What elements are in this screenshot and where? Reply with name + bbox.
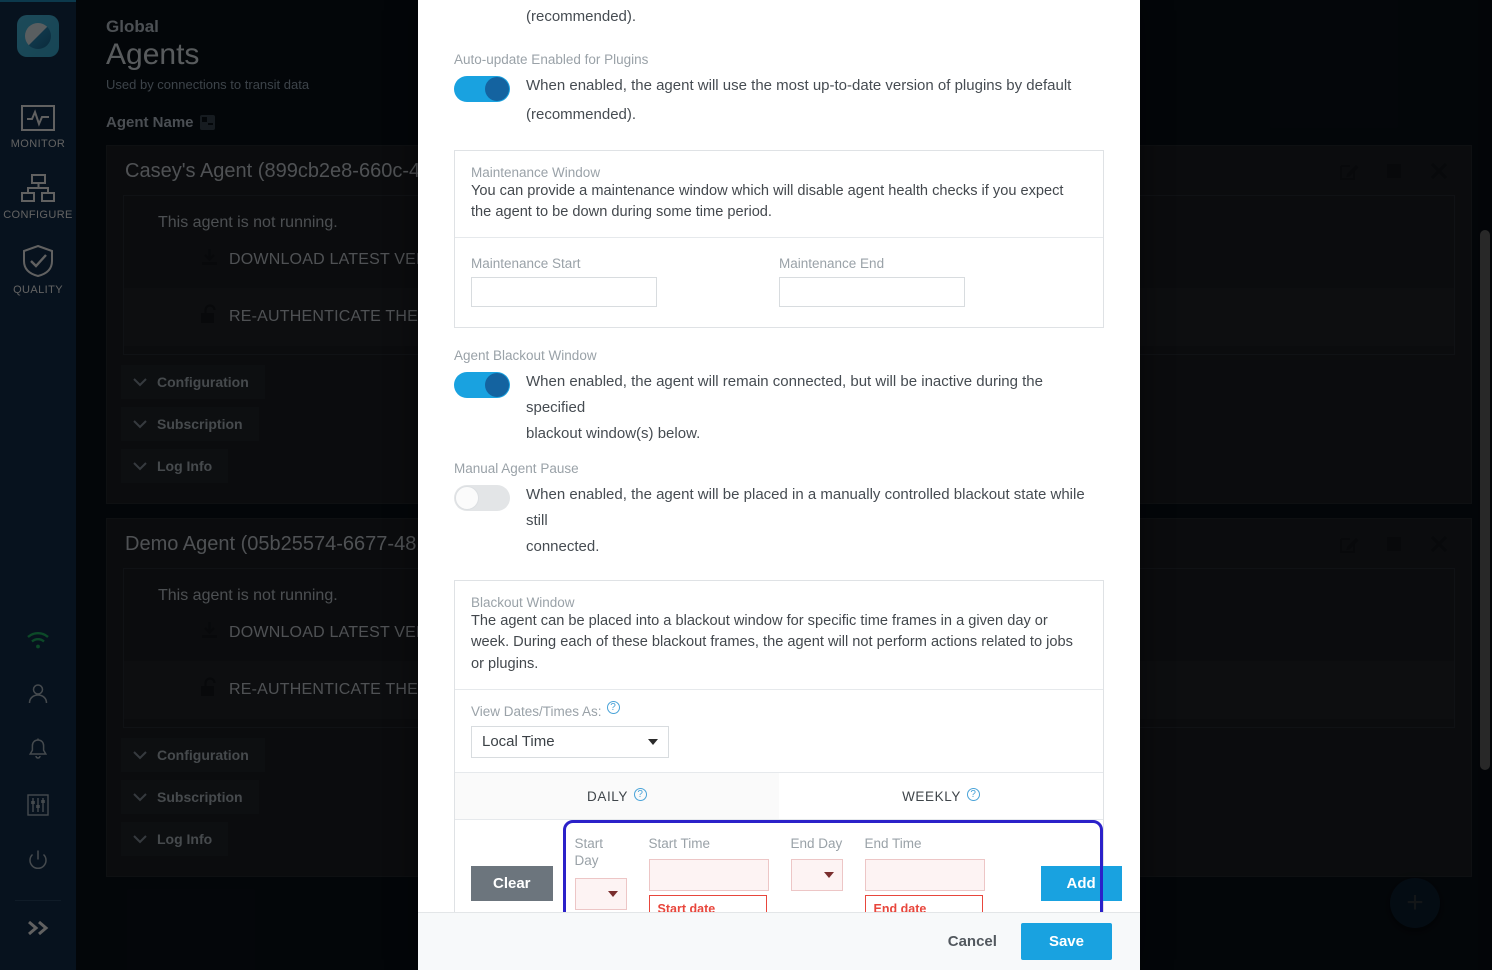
maintenance-panel-description: You can provide a maintenance window whi…: [471, 183, 1064, 221]
maintenance-fields-row: Maintenance Start Maintenance End: [471, 256, 1087, 308]
toggle-knob: [485, 373, 509, 398]
manual-pause-description: When enabled, the agent will be placed i…: [526, 486, 1085, 530]
agent-settings-modal: (recommended). Auto-update Enabled for P…: [418, 0, 1140, 970]
chevron-down-icon: [607, 890, 618, 897]
save-button[interactable]: Save: [1020, 923, 1112, 960]
start-day-select[interactable]: [574, 877, 627, 910]
maintenance-window-panel: Maintenance Window You can provide a mai…: [454, 150, 1104, 329]
cancel-button[interactable]: Cancel: [948, 933, 997, 950]
maintenance-end-field: Maintenance End: [779, 256, 1087, 308]
blackout-window-panel: Blackout Window The agent can be placed …: [454, 580, 1122, 912]
add-button[interactable]: Add: [1040, 865, 1122, 901]
start-time-label: Start Time: [648, 835, 711, 851]
start-day-field: Start Day: [574, 835, 627, 910]
end-time-label: End Time: [864, 835, 922, 851]
end-time-input[interactable]: [864, 858, 985, 891]
chevron-down-icon: [823, 871, 834, 878]
timezone-label: View Dates/Times As:: [471, 703, 602, 719]
agent-blackout-toggle[interactable]: [454, 372, 510, 399]
autoupdate-field: Auto-update Enabled for Plugins When ena…: [454, 52, 1104, 128]
chevron-down-icon: [648, 738, 658, 745]
manual-pause-toggle[interactable]: [454, 485, 510, 512]
autoupdate-description-line2: (recommended).: [526, 106, 637, 123]
timezone-select-value: Local Time: [482, 733, 555, 751]
end-day-label: End Day: [790, 835, 843, 851]
timezone-row: View Dates/Times As: ? Local Time: [455, 690, 1103, 773]
start-time-field: Start Time Start date required.: [648, 835, 769, 912]
agent-blackout-window-field: Agent Blackout Window When enabled, the …: [454, 348, 1104, 447]
maintenance-start-input[interactable]: [471, 277, 657, 308]
help-circle-icon[interactable]: ?: [966, 788, 980, 802]
maintenance-panel-label: Maintenance Window: [471, 165, 601, 180]
timezone-select[interactable]: Local Time: [471, 725, 669, 758]
maintenance-start-label: Maintenance Start: [471, 256, 581, 272]
start-time-input[interactable]: [648, 858, 769, 891]
manual-pause-label: Manual Agent Pause: [454, 461, 579, 477]
modal-body: (recommended). Auto-update Enabled for P…: [418, 0, 1140, 912]
blackout-panel-label: Blackout Window: [471, 595, 575, 611]
previous-toggle-description-overflow: (recommended).: [526, 8, 637, 25]
toggle-knob: [485, 77, 509, 101]
autoupdate-label: Auto-update Enabled for Plugins: [454, 52, 649, 67]
tab-daily-label: DAILY: [586, 788, 628, 804]
clear-button[interactable]: Clear: [471, 865, 553, 901]
autoupdate-toggle[interactable]: [454, 76, 510, 102]
timezone-label-row: View Dates/Times As: ?: [471, 700, 1087, 719]
toggle-knob: [455, 486, 479, 511]
tab-weekly-label: WEEKLY: [902, 788, 961, 804]
manual-agent-pause-field: Manual Agent Pause When enabled, the age…: [454, 461, 1104, 560]
maintenance-end-label: Maintenance End: [779, 256, 885, 272]
help-circle-icon[interactable]: ?: [606, 700, 620, 714]
agent-blackout-description-line2: blackout window(s) below.: [526, 425, 701, 443]
autoupdate-description: When enabled, the agent will use the mos…: [526, 77, 1072, 94]
start-day-label: Start Day: [574, 835, 604, 868]
agent-blackout-row: When enabled, the agent will remain conn…: [454, 369, 1104, 421]
tab-weekly[interactable]: WEEKLY ?: [779, 772, 1103, 819]
tab-daily[interactable]: DAILY ?: [455, 772, 779, 819]
end-day-field: End Day: [790, 835, 843, 891]
maintenance-start-field: Maintenance Start: [471, 256, 779, 308]
maintenance-panel-body: Maintenance Start Maintenance End: [455, 238, 1103, 327]
blackout-entry-area: Clear Start Day Start Time Start date re…: [455, 819, 1122, 912]
blackout-panel-description: The agent can be placed into a blackout …: [471, 613, 1073, 672]
maintenance-panel-header: Maintenance Window You can provide a mai…: [455, 151, 1103, 239]
blackout-entry-row: Clear Start Day Start Time Start date re…: [471, 835, 1122, 912]
blackout-tabs: DAILY ? WEEKLY ?: [455, 772, 1103, 820]
modal-footer: Cancel Save: [418, 912, 1140, 970]
manual-pause-description-line2: connected.: [526, 538, 600, 556]
manual-pause-row: When enabled, the agent will be placed i…: [454, 482, 1104, 534]
agent-blackout-description: When enabled, the agent will remain conn…: [526, 373, 1043, 417]
end-day-select[interactable]: [790, 858, 843, 891]
end-time-field: End Time End date required.: [864, 835, 985, 912]
end-date-error: End date required.: [864, 894, 983, 912]
help-circle-icon[interactable]: ?: [634, 788, 647, 802]
autoupdate-row: When enabled, the agent will use the mos…: [454, 73, 1104, 102]
blackout-panel-header: Blackout Window The agent can be placed …: [455, 581, 1103, 690]
start-date-error: Start date required.: [648, 894, 767, 912]
maintenance-end-input[interactable]: [779, 277, 965, 308]
agent-blackout-label: Agent Blackout Window: [454, 348, 597, 364]
